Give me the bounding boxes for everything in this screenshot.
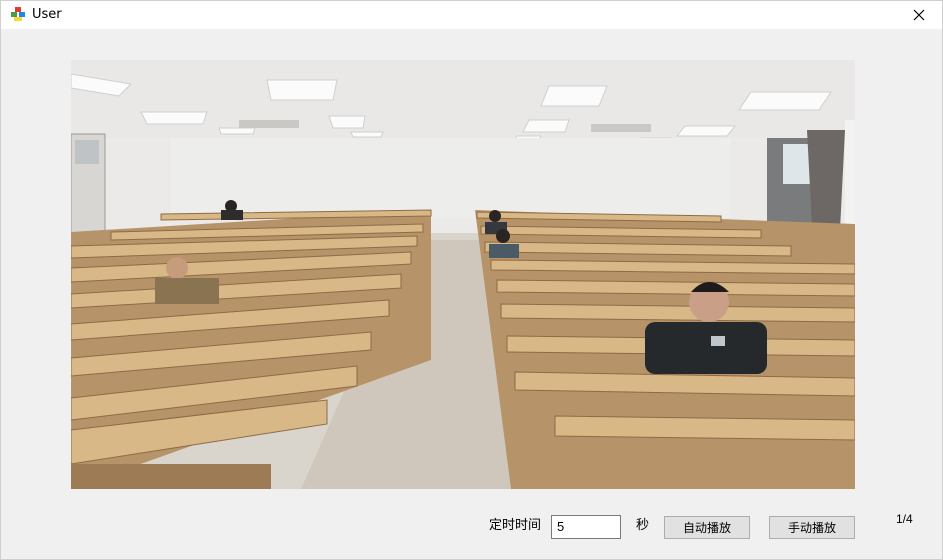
close-icon (913, 9, 925, 21)
close-button[interactable] (896, 1, 942, 29)
timer-label: 定时时间 (489, 518, 542, 533)
classroom-photo (71, 60, 855, 489)
timer-input[interactable]: 5 (551, 515, 621, 539)
app-window: User 定时时间 5 秒 自动播放 手动播放 1/4 (0, 0, 943, 560)
page-counter: 1/4 (896, 512, 913, 526)
app-icon (10, 6, 26, 22)
title-bar: User (1, 1, 942, 29)
window-title: User (32, 7, 62, 22)
auto-play-button[interactable]: 自动播放 (664, 516, 750, 539)
manual-play-button[interactable]: 手动播放 (769, 516, 855, 539)
content-area: 定时时间 5 秒 自动播放 手动播放 1/4 (1, 29, 942, 559)
seconds-label: 秒 (636, 518, 650, 533)
